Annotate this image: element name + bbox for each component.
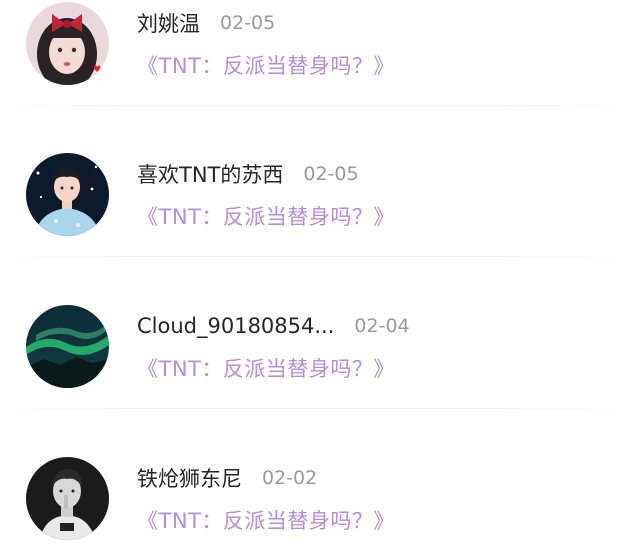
divider — [0, 105, 628, 106]
user-name[interactable]: 铁炝狮东尼 — [137, 463, 242, 493]
comment-header: 铁炝狮东尼 02-02 — [137, 462, 317, 494]
comment-item[interactable]: 喜欢TNT的苏西 02-05 《TNT：反派当替身吗？》 — [0, 131, 628, 281]
black-white-portrait-avatar — [26, 457, 109, 540]
comment-item[interactable]: Cloud_90180854... 02-04 《TNT：反派当替身吗？》 — [0, 283, 628, 433]
article-link[interactable]: 《TNT：反派当替身吗？》 — [137, 505, 395, 535]
boy-blue-shirt-avatar — [26, 153, 109, 236]
divider — [0, 408, 628, 409]
user-avatar[interactable]: ♥ — [26, 2, 109, 85]
user-avatar[interactable] — [26, 153, 109, 236]
user-name[interactable]: Cloud_90180854... — [137, 314, 334, 338]
comment-date: 02-04 — [354, 315, 410, 337]
user-avatar[interactable] — [26, 305, 109, 388]
divider — [0, 256, 628, 257]
comment-header: 刘姚温 02-05 — [137, 7, 275, 39]
article-link[interactable]: 《TNT：反派当替身吗？》 — [137, 353, 395, 383]
girl-with-red-bow-avatar: ♥ — [26, 2, 109, 85]
comment-header: 喜欢TNT的苏西 02-05 — [137, 158, 359, 190]
comment-date: 02-02 — [262, 467, 318, 489]
user-name[interactable]: 喜欢TNT的苏西 — [137, 159, 283, 189]
comment-date: 02-05 — [303, 163, 359, 185]
article-link[interactable]: 《TNT：反派当替身吗？》 — [137, 50, 395, 80]
aurora-landscape-avatar — [26, 305, 109, 388]
article-link[interactable]: 《TNT：反派当替身吗？》 — [137, 201, 395, 231]
comment-list: ♥ 刘姚温 02-05 《TNT：反派当替身吗？》 喜欢TNT的苏西 02-05… — [0, 0, 628, 558]
comment-date: 02-05 — [220, 12, 276, 34]
user-avatar[interactable] — [26, 457, 109, 540]
comment-header: Cloud_90180854... 02-04 — [137, 310, 410, 342]
user-name[interactable]: 刘姚温 — [137, 8, 200, 38]
comment-item[interactable]: ♥ 刘姚温 02-05 《TNT：反派当替身吗？》 — [0, 0, 628, 130]
comment-item[interactable]: 铁炝狮东尼 02-02 《TNT：反派当替身吗？》 — [0, 435, 628, 558]
svg-text:♥: ♥ — [93, 65, 101, 75]
